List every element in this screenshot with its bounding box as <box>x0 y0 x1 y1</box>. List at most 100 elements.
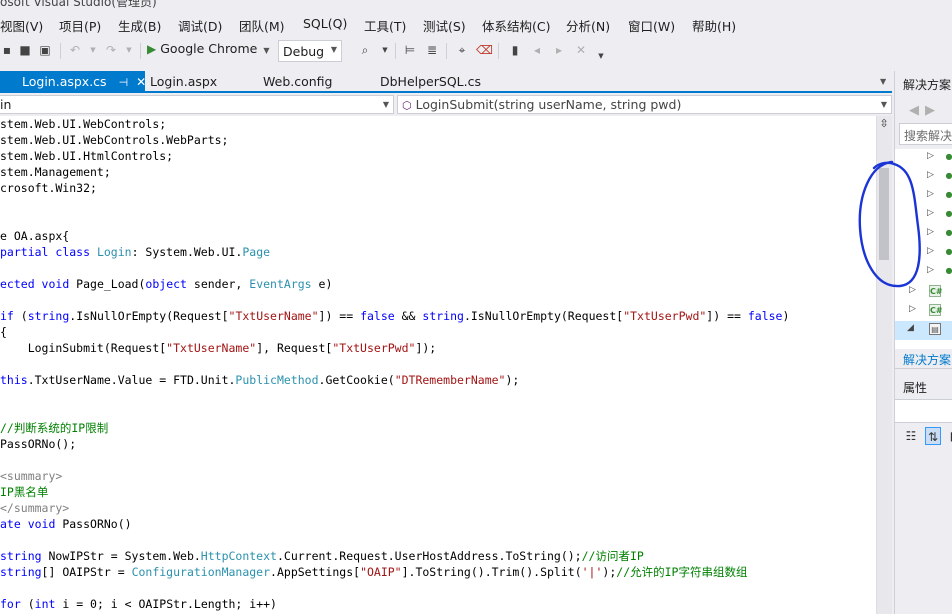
menu-help[interactable]: 帮助(H) <box>692 16 736 35</box>
member-dropdown[interactable]: ⬡ LoginSubmit(string userName, string pwd… <box>397 95 892 114</box>
chevron-down-icon: ▼ <box>880 100 887 109</box>
code-line[interactable]: if (string.IsNullOrEmpty(Request["TxtUse… <box>0 308 789 324</box>
tree-item[interactable]: ◢ ▤ <box>895 321 952 340</box>
redo-icon[interactable]: ↷ <box>104 43 118 57</box>
properties-icon[interactable]: ▮ <box>945 427 952 445</box>
code-line[interactable]: stem.Web.UI.WebControls.WebParts; <box>0 132 228 148</box>
code-line[interactable]: IP黑名单 <box>0 484 48 500</box>
code-line[interactable]: PassORNo(); <box>0 436 76 452</box>
code-line[interactable]: string NowIPStr = System.Web.HttpContext… <box>0 548 644 564</box>
code-line[interactable]: { <box>0 324 7 340</box>
undo-icon[interactable]: ↶ <box>68 43 82 57</box>
tab-web-config[interactable]: Web.config <box>263 71 332 93</box>
bookmark-icon[interactable]: ▸ <box>552 43 566 57</box>
type-dropdown[interactable]: in ▼ <box>0 95 394 114</box>
menu-tools[interactable]: 工具(T) <box>364 16 406 35</box>
pin-icon[interactable]: ⊣ <box>119 76 129 89</box>
solution-search-input[interactable]: 搜索解决 <box>899 123 952 145</box>
chevron-down-icon[interactable]: ▼ <box>86 43 100 57</box>
code-line[interactable]: ate void PassORNo() <box>0 516 132 532</box>
menu-architecture[interactable]: 体系结构(C) <box>482 16 550 35</box>
tab-login-aspx-cs[interactable]: Login.aspx.cs ⊣ ✕ <box>0 71 146 93</box>
code-line[interactable]: string[] OAIPStr = ConfigurationManager.… <box>0 564 747 580</box>
tree-item[interactable]: ▷ ● <box>895 225 952 244</box>
code-line[interactable]: for (int i = 0; i < OAIPStr.Length; i++) <box>0 596 277 612</box>
bookmark-icon[interactable]: ✕ <box>574 43 588 57</box>
find-icon[interactable]: ⌕ <box>358 43 372 57</box>
code-token: ConfigurationManager <box>131 565 271 579</box>
code-line[interactable]: LoginSubmit(Request["TxtUserName"], Requ… <box>0 340 437 356</box>
code-token: for <box>0 597 28 611</box>
save-icon[interactable]: ▪ <box>0 43 14 57</box>
code-line[interactable]: crosoft.Win32; <box>0 180 97 196</box>
menu-project[interactable]: 项目(P) <box>59 16 101 35</box>
code-editor[interactable]: stem.Web.UI.WebControls; stem.Web.UI.WebC… <box>0 116 876 614</box>
code-line[interactable]: stem.Web.UI.HtmlControls; <box>0 148 173 164</box>
alphabetical-icon[interactable]: ⇅ <box>925 427 941 445</box>
bookmark-icon[interactable]: ◂ <box>530 43 544 57</box>
window-title: osoft Visual Studio(管理员) <box>0 0 157 9</box>
tree-item[interactable]: ▷ ● <box>895 206 952 225</box>
code-token: EventArgs <box>249 277 319 291</box>
code-line[interactable]: partial class Login: System.Web.UI.Page <box>0 244 270 260</box>
tree-item[interactable]: ▷ ● <box>895 187 952 206</box>
tree-item[interactable]: ▷ ● <box>895 149 952 168</box>
code-line[interactable]: </summary> <box>0 500 69 516</box>
configuration-select[interactable]: Debug ▼ <box>278 40 342 62</box>
code-line[interactable]: stem.Management; <box>0 164 111 180</box>
code-token: ]); <box>415 341 437 355</box>
comment-icon[interactable]: ⌖ <box>455 43 469 57</box>
categorized-icon[interactable]: ☷ <box>903 427 919 445</box>
bookmark-icon[interactable]: ▮ <box>508 43 522 57</box>
menu-build[interactable]: 生成(B) <box>118 16 161 35</box>
uncomment-icon[interactable]: ⌫ <box>476 43 493 57</box>
code-token: .IsNullOrEmpty(Request[ <box>69 309 229 323</box>
code-line[interactable]: e OA.aspx{ <box>0 228 69 244</box>
menu-debug[interactable]: 调试(D) <box>178 16 222 35</box>
code-token: stem.Web.UI.HtmlControls; <box>0 149 174 163</box>
chevron-down-icon[interactable]: ▼ <box>378 43 392 57</box>
code-line[interactable]: ected void Page_Load(object sender, Even… <box>0 276 332 292</box>
tree-item[interactable]: ▷ C# <box>895 283 952 302</box>
tree-item[interactable]: ▷ C# <box>895 302 952 321</box>
tab-login-aspx[interactable]: Login.aspx <box>150 71 217 93</box>
code-line[interactable]: stem.Web.UI.WebControls; <box>0 116 166 132</box>
solution-explorer-tab[interactable]: 解决方案 <box>903 351 951 368</box>
back-forward-icon[interactable]: ◀▶ <box>909 103 941 118</box>
format-icon[interactable]: ⊨ <box>403 43 417 57</box>
menu-analyze[interactable]: 分析(N) <box>566 16 610 35</box>
chevron-down-icon[interactable]: ▼ <box>122 43 136 57</box>
code-token: "DTRememberName" <box>394 373 506 387</box>
save-icon[interactable]: ■ <box>18 43 32 57</box>
tree-item[interactable]: ▷ ● <box>895 263 952 282</box>
split-editor-icon[interactable]: ⇳ <box>878 117 890 131</box>
code-token: PassORNo(); <box>0 437 77 451</box>
tree-item[interactable]: ▷ ● <box>895 244 952 263</box>
scrollbar-thumb[interactable] <box>879 168 889 260</box>
code-token: stem.Web.UI.WebControls; <box>0 117 167 131</box>
code-token: //访问者IP <box>581 549 644 563</box>
properties-object-select[interactable] <box>895 399 952 423</box>
chevron-down-icon[interactable]: ▼ <box>880 77 886 86</box>
format-icon[interactable]: ≣ <box>425 43 439 57</box>
code-line[interactable]: <summary> <box>0 468 62 484</box>
menu-sql[interactable]: SQL(Q) <box>303 16 347 31</box>
menu-test[interactable]: 测试(S) <box>423 16 466 35</box>
start-debugging-button[interactable]: ▶ Google Chrome ▼ <box>147 41 269 61</box>
code-token: sender, <box>193 277 250 291</box>
save-all-icon[interactable]: ▣ <box>38 43 52 57</box>
menu-window[interactable]: 窗口(W) <box>628 16 675 35</box>
tree-item[interactable]: ▷ ● <box>895 168 952 187</box>
tab-label: DbHelperSQL.cs <box>380 74 481 89</box>
close-icon[interactable]: ✕ <box>136 75 146 89</box>
chevron-down-icon[interactable]: ▼ <box>594 49 608 63</box>
code-token: PublicMethod <box>235 373 319 387</box>
code-line[interactable]: //判断系统的IP限制 <box>0 420 108 436</box>
code-token: "TxtUserName" <box>166 341 257 355</box>
tab-dbhelpersql-cs[interactable]: DbHelperSQL.cs <box>380 71 481 93</box>
menu-view[interactable]: 视图(V) <box>0 16 43 35</box>
visual-studio-window: osoft Visual Studio(管理员) 视图(V) 项目(P) 生成(… <box>0 0 952 614</box>
code-line[interactable]: this.TxtUserName.Value = FTD.Unit.Public… <box>0 372 519 388</box>
menu-team[interactable]: 团队(M) <box>239 16 285 35</box>
file-icon: ● <box>945 152 952 161</box>
